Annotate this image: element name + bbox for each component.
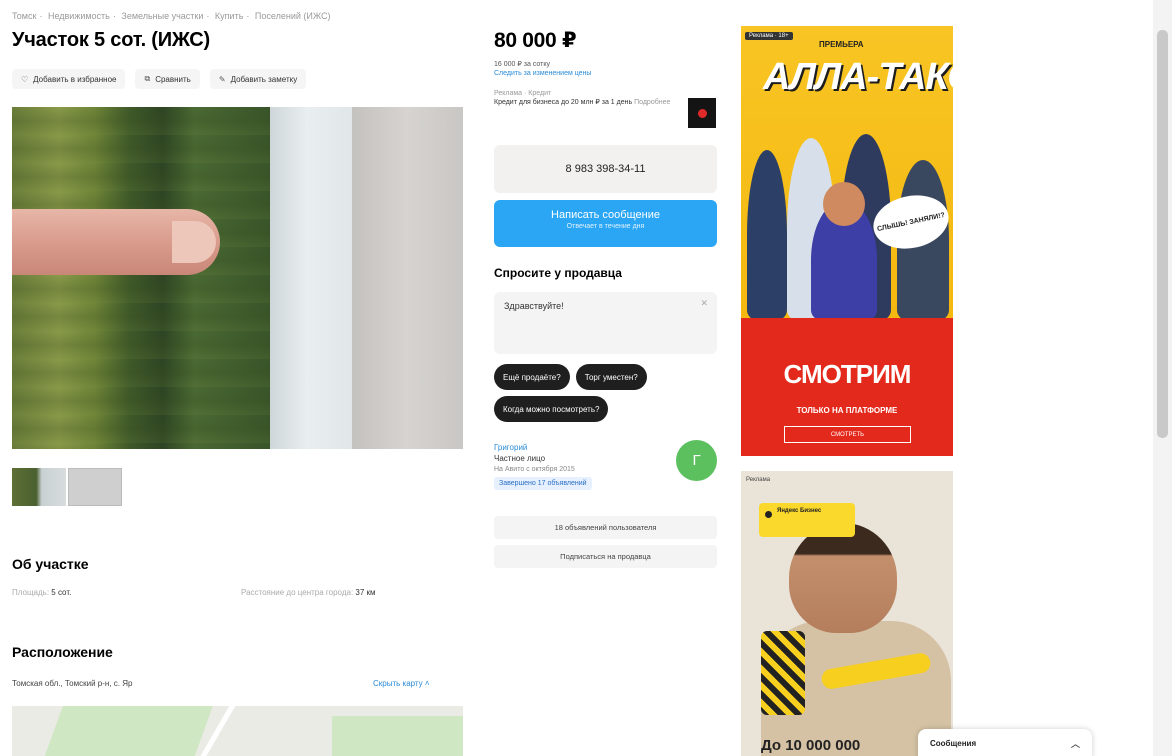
quick-question-chip[interactable]: Ещё продаёте? xyxy=(494,364,570,390)
credit-offer[interactable]: Реклама · Кредит Кредит для бизнеса до 2… xyxy=(494,89,674,107)
page-scrollbar[interactable] xyxy=(1153,0,1172,756)
location-heading: Расположение xyxy=(12,644,113,660)
messages-label: Сообщения xyxy=(930,739,977,748)
write-message-label: Написать сообщение xyxy=(551,209,660,221)
about-heading: Об участке xyxy=(12,556,89,572)
seller-listings-button[interactable]: 18 объявлений пользователя xyxy=(494,516,717,539)
quick-questions: Ещё продаёте? Торг уместен? Когда можно … xyxy=(494,364,717,422)
breadcrumb-item[interactable]: Недвижимость xyxy=(48,11,110,21)
ad-banner-series[interactable]: Реклама · 18+ ПРЕМЬЕРА АЛЛА-ТАКСИ СЛЫШЬ!… xyxy=(741,26,953,456)
add-favorite-label: Добавить в избранное xyxy=(33,74,117,84)
breadcrumb-item[interactable]: Земельные участки xyxy=(121,11,203,21)
breadcrumb-item[interactable]: Томск xyxy=(12,11,36,21)
ask-seller-heading: Спросите у продавца xyxy=(494,266,622,280)
seller-badge: Завершено 17 объявлений xyxy=(494,477,592,490)
page-title: Участок 5 сот. (ИЖС) xyxy=(12,29,211,51)
chevron-up-icon: ˄ xyxy=(424,679,430,688)
compare-button[interactable]: ⧉ Сравнить xyxy=(135,69,200,89)
quick-question-chip[interactable]: Торг уместен? xyxy=(575,364,647,390)
thumbnail[interactable] xyxy=(68,468,122,506)
breadcrumb: Томск · Недвижимость · Земельные участки · … xyxy=(12,11,331,21)
thumbnail[interactable] xyxy=(12,468,66,506)
messages-panel[interactable]: Сообщения ︿ xyxy=(918,729,1092,756)
credit-link[interactable]: Подробнее xyxy=(634,99,670,106)
price-history-link[interactable]: Следить за изменением цены xyxy=(494,69,591,78)
note-icon: ✎ xyxy=(218,74,226,84)
chevron-up-icon[interactable]: ︿ xyxy=(1071,737,1080,750)
area-param: Площадь: 5 сот. xyxy=(12,588,72,597)
ad-photo xyxy=(789,523,897,633)
hide-map-link[interactable]: Скрыть карту ˄ xyxy=(373,679,430,688)
compare-label: Сравнить xyxy=(155,74,191,84)
address-text: Томская обл., Томский р-н, с. Яр xyxy=(12,679,133,688)
bank-logo-icon xyxy=(688,98,716,128)
photo-thumbnails xyxy=(12,468,122,506)
add-note-label: Добавить заметку xyxy=(230,74,298,84)
ask-seller-text: Здравствуйте! xyxy=(504,301,564,311)
price-per-unit: 16 000 ₽ за сотку xyxy=(494,61,550,68)
scrollbar-thumb[interactable] xyxy=(1157,30,1168,438)
ad-promo-text: До 10 000 000 xyxy=(761,737,861,754)
credit-text: Кредит для бизнеса до 20 млн ₽ за 1 день xyxy=(494,99,633,106)
ad-header: Реклама xyxy=(746,477,771,483)
seller-avatar[interactable]: Г xyxy=(676,440,717,481)
compare-icon: ⧉ xyxy=(144,74,151,83)
distance-param: Расстояние до центра города: 37 км xyxy=(241,588,376,597)
ask-seller-input[interactable]: Здравствуйте! ✕ xyxy=(494,292,717,354)
ad-premiere-label: ПРЕМЬЕРА xyxy=(819,40,864,49)
ad-banner-business[interactable]: Реклама Яндекс Бизнес До 10 000 000 xyxy=(741,471,953,756)
ad-only-label: ТОЛЬКО НА ПЛАТФОРМЕ xyxy=(796,406,898,415)
add-note-button[interactable]: ✎ Добавить заметку xyxy=(209,69,307,89)
location-map[interactable] xyxy=(12,706,463,756)
breadcrumb-item[interactable]: Поселений (ИЖС) xyxy=(255,11,331,21)
ad-tag: Реклама · 18+ xyxy=(745,32,793,40)
add-favorite-button[interactable]: ♡ Добавить в избранное xyxy=(12,69,126,89)
write-message-button[interactable]: Написать сообщение Отвечает в течение дн… xyxy=(494,200,717,247)
credit-tag: Реклама · Кредит xyxy=(494,90,552,97)
ad-card: Яндекс Бизнес xyxy=(759,503,855,537)
breadcrumb-item[interactable]: Купить xyxy=(215,11,243,21)
subscribe-seller-button[interactable]: Подписаться на продавца xyxy=(494,545,717,568)
price-value: 80 000 ₽ xyxy=(494,29,577,52)
clear-icon[interactable]: ✕ xyxy=(700,298,708,309)
price-details: 16 000 ₽ за сотку Следить за изменением … xyxy=(494,60,591,78)
ad-show-title: АЛЛА-ТАКСИ xyxy=(763,56,953,98)
about-params: Площадь: 5 сот. Расстояние до центра гор… xyxy=(12,588,463,597)
quick-question-chip[interactable]: Когда можно посмотреть? xyxy=(494,396,609,422)
show-phone-button[interactable]: 8 983 398-34-11 xyxy=(494,145,717,193)
ad-watch-button[interactable]: СМОТРЕТЬ xyxy=(784,426,911,443)
main-photo[interactable] xyxy=(12,107,463,449)
ad-watch-label: СМОТРИМ xyxy=(783,359,912,389)
heart-icon: ♡ xyxy=(21,74,29,84)
listing-actions: ♡ Добавить в избранное ⧉ Сравнить ✎ Доба… xyxy=(12,69,307,89)
response-time-label: Отвечает в течение дня xyxy=(566,223,645,230)
